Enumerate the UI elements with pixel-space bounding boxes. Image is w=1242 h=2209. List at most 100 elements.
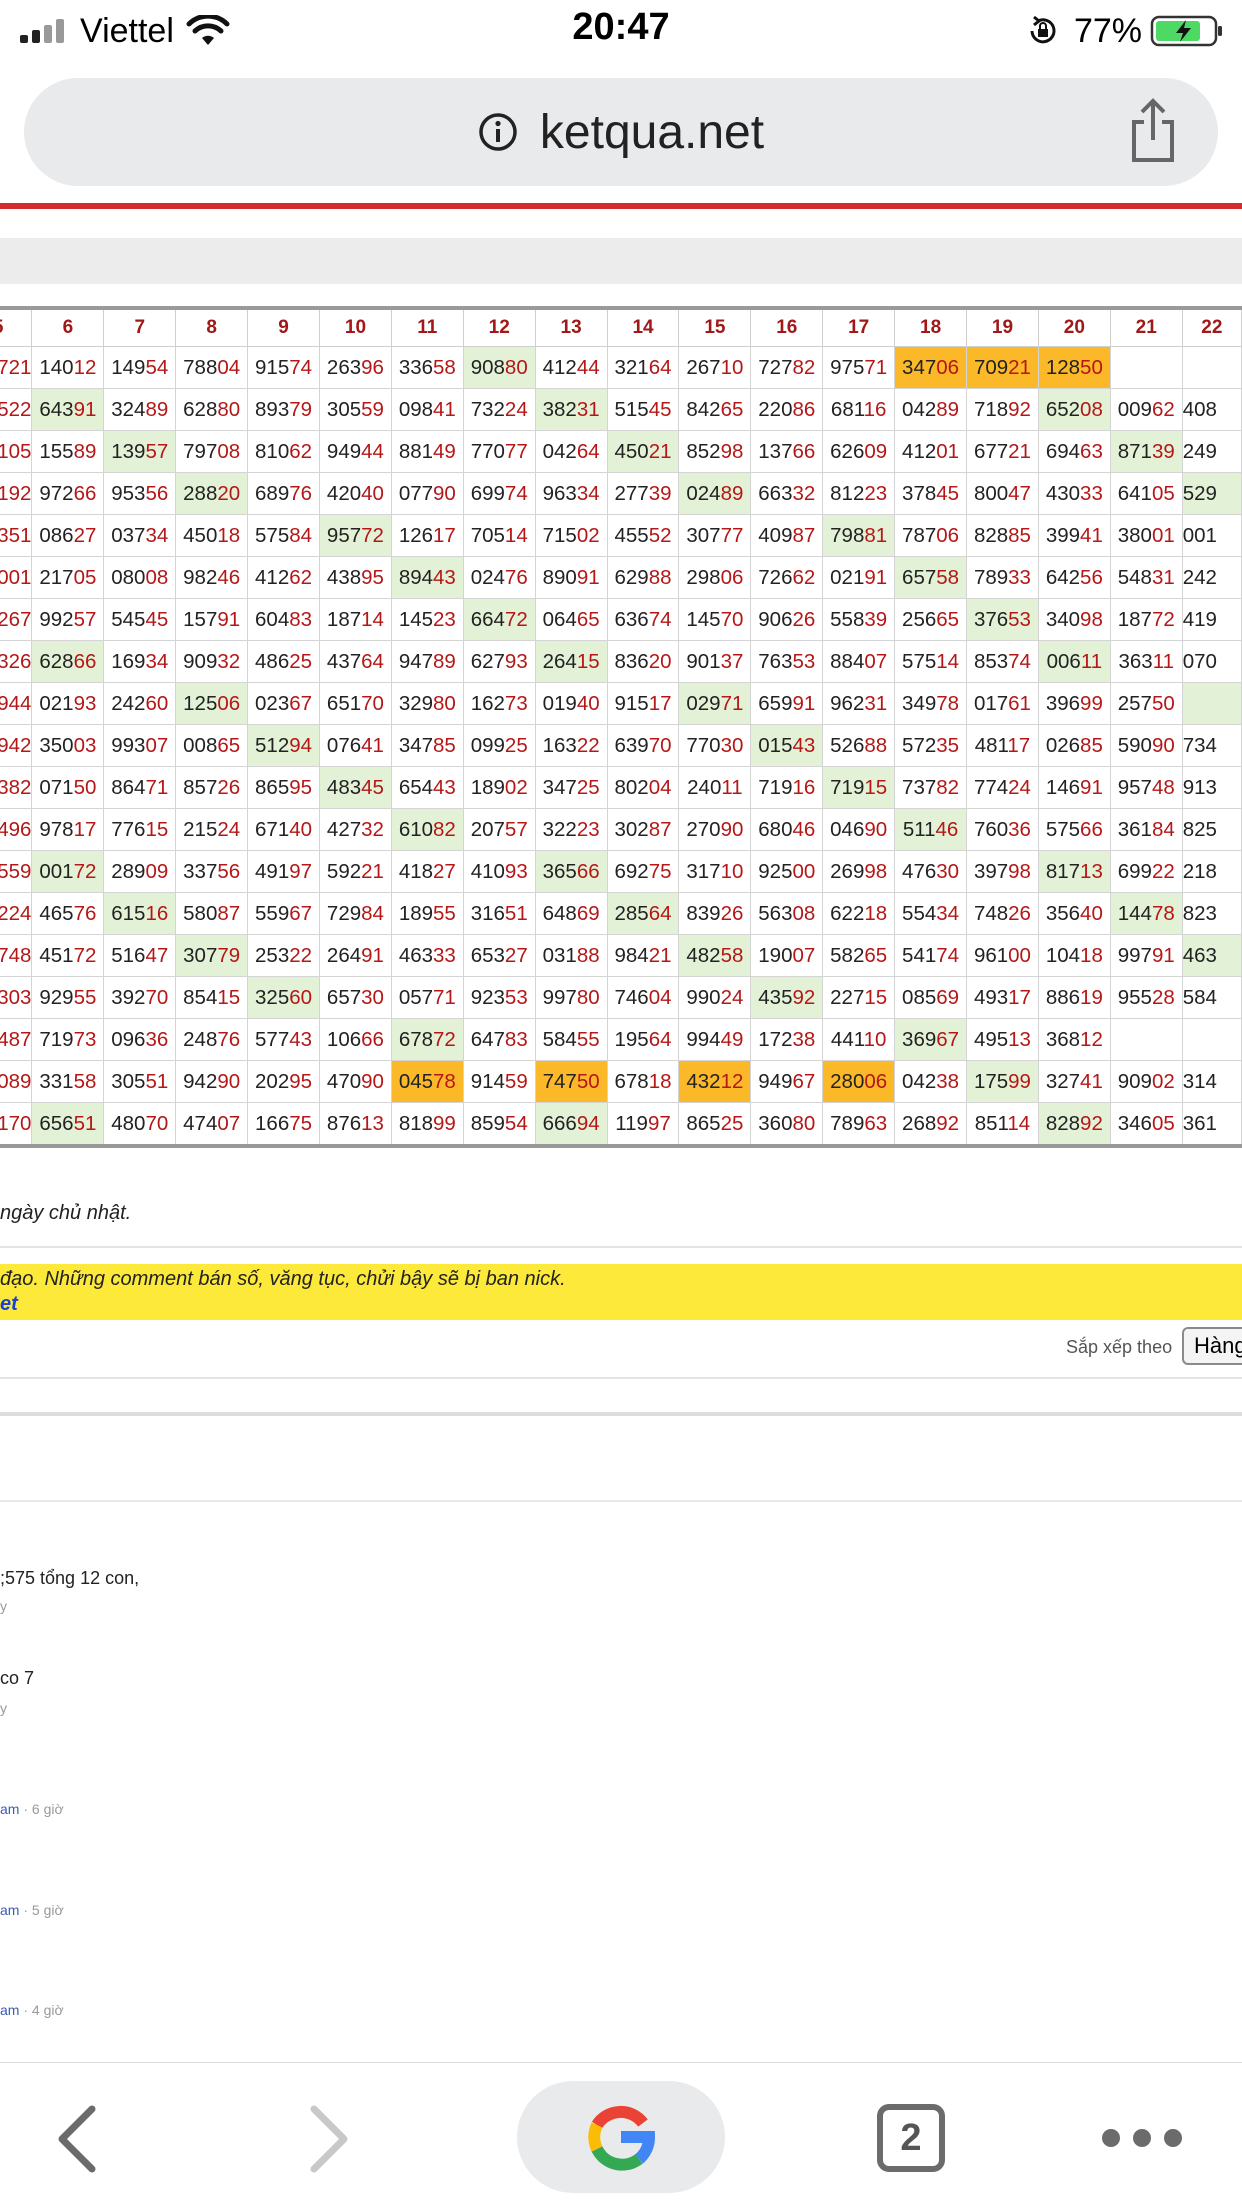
result-cell: 38001 [1109, 514, 1183, 557]
result-cell: 25665 [894, 598, 968, 641]
table-row: 224 46576 61516 58087 55967 72984 18955 31651 64… [0, 892, 1242, 935]
table-row: 496 97817 77615 21524 67140 42732 61082 20757 32… [0, 808, 1242, 851]
result-cell: 26415 [534, 640, 608, 683]
table-row: 326 62866 16934 90932 48625 43764 94789 62793 26… [0, 640, 1242, 683]
result-cell: 58265 [822, 934, 896, 977]
result-cell: 95356 [103, 472, 177, 515]
result-cell: 14570 [678, 598, 752, 641]
result-cell: 559 [0, 850, 33, 893]
result-cell: 88407 [822, 640, 896, 683]
result-cell: 99449 [678, 1018, 752, 1061]
result-cell: 81713 [1037, 850, 1111, 893]
result-cell: 78963 [822, 1102, 896, 1147]
result-cell: 62988 [606, 556, 680, 599]
result-cell: 326 [0, 640, 33, 683]
result-cell: 36311 [1109, 640, 1183, 683]
result-cell: 18714 [319, 598, 392, 641]
column-header: 6 [31, 307, 105, 347]
result-cell: 54545 [103, 598, 177, 641]
result-cell: 24876 [175, 1018, 249, 1061]
result-cell: 18902 [462, 766, 536, 809]
comment-meta: am · 5 giờ [0, 1902, 64, 1918]
comment-meta: y [0, 1598, 7, 1614]
info-icon[interactable] [478, 112, 518, 152]
rotation-lock-icon [1030, 15, 1056, 44]
result-cell: 408 [1181, 388, 1242, 431]
forward-icon[interactable] [304, 2103, 354, 2175]
result-cell: 303 [0, 976, 33, 1019]
result-cell: 57584 [247, 514, 320, 557]
result-cell: 91459 [462, 1060, 536, 1103]
author-link[interactable]: am [0, 1801, 19, 1817]
result-cell: 97817 [31, 808, 105, 851]
tabs-count[interactable]: 2 [876, 2107, 946, 2169]
result-cell: 62866 [31, 640, 105, 683]
result-cell: 823 [1181, 892, 1242, 935]
google-button[interactable] [517, 2081, 725, 2193]
url-text[interactable]: ketqua.net [540, 105, 764, 160]
result-cell: 02476 [462, 556, 536, 599]
result-cell: 76353 [750, 640, 824, 683]
result-cell: 39941 [1037, 514, 1111, 557]
address-bar[interactable]: ketqua.net [24, 78, 1218, 186]
author-link[interactable]: am [0, 2002, 19, 2018]
result-cell: 56308 [750, 892, 824, 935]
header-divider [0, 203, 1242, 209]
result-cell: 69275 [606, 850, 680, 893]
result-cell: 38231 [534, 388, 608, 431]
comment-time: · 4 giờ [19, 2002, 64, 2018]
result-cell: 77615 [103, 808, 177, 851]
result-cell: 67140 [247, 808, 320, 851]
result-cell: 15791 [175, 598, 249, 641]
result-cell: 69974 [462, 472, 536, 515]
result-cell: 99024 [678, 976, 752, 1019]
result-cell: 001 [0, 556, 33, 599]
result-cell: 03188 [534, 934, 608, 977]
column-header: 8 [175, 307, 249, 347]
result-cell: 28820 [175, 472, 249, 515]
result-cell: 85298 [678, 430, 752, 473]
result-cell: 62793 [462, 640, 536, 683]
comment-text: co 7 [0, 1668, 35, 1688]
share-icon[interactable] [1126, 98, 1180, 164]
result-cell: 19564 [606, 1018, 680, 1061]
result-cell: 37845 [894, 472, 968, 515]
section-bar [0, 238, 1242, 284]
result-cell: 94967 [750, 1060, 824, 1103]
result-cell: 07150 [31, 766, 105, 809]
back-icon[interactable] [52, 2103, 102, 2175]
result-cell: 86471 [103, 766, 177, 809]
author-link[interactable]: am [0, 1902, 19, 1918]
column-header: 18 [894, 307, 968, 347]
result-cell: 14478 [1109, 892, 1183, 935]
result-cell: 63970 [606, 724, 680, 767]
sort-select[interactable]: Hàng [1182, 1327, 1242, 1365]
column-header: 9 [247, 307, 320, 347]
comment-text: ;575 tổng 12 con, [0, 1568, 140, 1588]
result-cell: 10666 [319, 1018, 392, 1061]
result-cell: 91574 [247, 346, 320, 389]
result-cell: 87613 [319, 1102, 392, 1147]
result-cell: 26396 [319, 346, 392, 389]
result-cell: 79881 [822, 514, 896, 557]
result-cell: 34725 [534, 766, 608, 809]
result-cell: 04690 [822, 808, 896, 851]
result-cell: 07790 [390, 472, 464, 515]
result-cell: 913 [1181, 766, 1242, 809]
result-cell: 35003 [31, 724, 105, 767]
result-cell: 04578 [390, 1060, 464, 1103]
result-cell: 419 [1181, 598, 1242, 641]
result-cell: 49513 [966, 1018, 1039, 1061]
result-cell: 105 [0, 430, 33, 473]
result-cell: 94789 [390, 640, 464, 683]
result-cell: 31651 [462, 892, 536, 935]
warning-link[interactable]: et [0, 1293, 18, 1316]
result-cell: 65208 [1037, 388, 1111, 431]
result-cell: 94944 [319, 430, 392, 473]
result-cell: 47630 [894, 850, 968, 893]
comment-time: · 6 giờ [19, 1801, 64, 1817]
more-icon[interactable] [1100, 2127, 1184, 2149]
result-cell: 90902 [1109, 1060, 1183, 1103]
result-cell: 52688 [822, 724, 896, 767]
result-cell: 96334 [534, 472, 608, 515]
